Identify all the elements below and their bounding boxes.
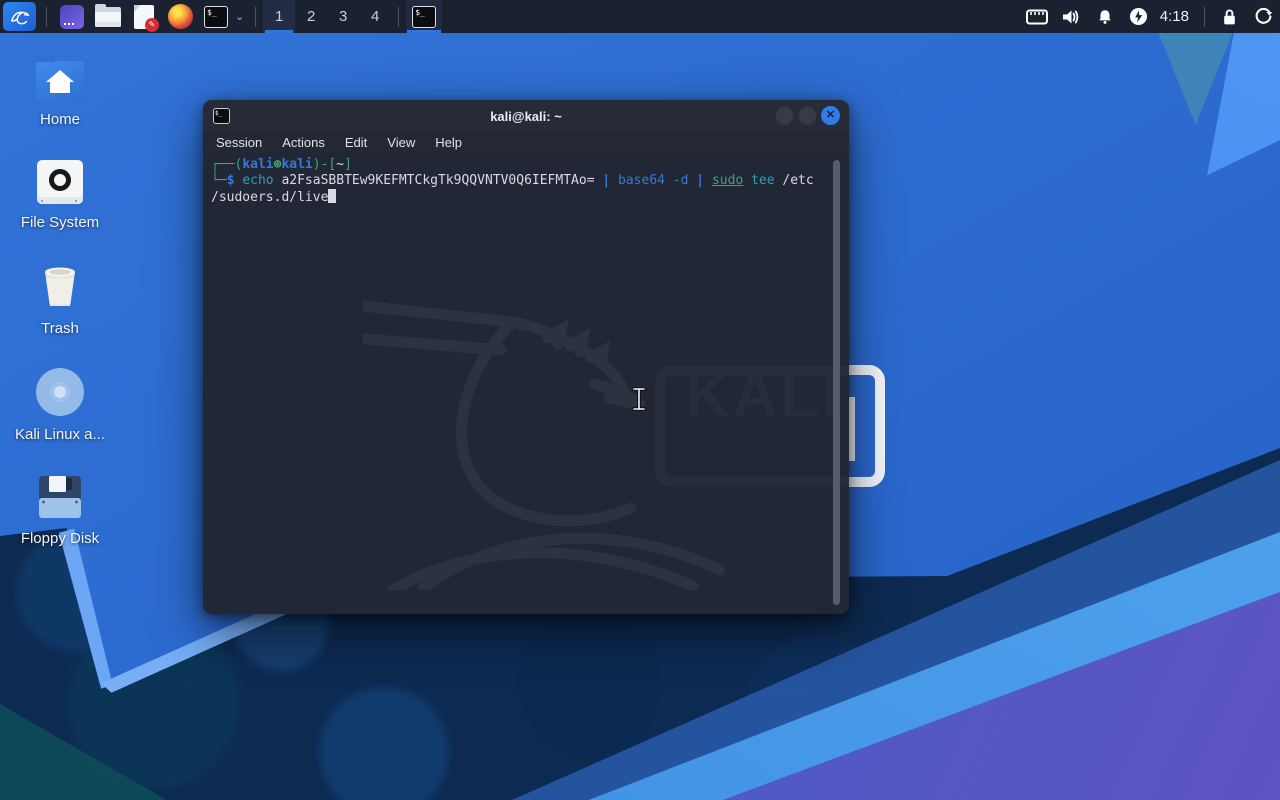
volume-control[interactable] [1054,8,1088,26]
workspace-3[interactable]: 3 [327,0,359,33]
notifications[interactable] [1088,8,1122,26]
system-tray: 4:18 [1020,6,1280,27]
desktop-icon-label: Floppy Disk [20,530,100,547]
maximize-button[interactable] [798,106,817,125]
bell-icon [1099,9,1111,24]
terminal-icon: $_ [204,5,228,28]
close-button[interactable]: ✕ [821,106,840,125]
keyboard-indicator[interactable] [1020,9,1054,25]
taskbar-item-terminal[interactable]: $_ [406,0,443,33]
floppy-icon [39,476,81,518]
keyboard-icon [1025,9,1048,24]
volume-icon [1062,10,1079,23]
launcher-text-editor[interactable]: ✎ [131,4,159,32]
desktop-icon-floppy[interactable]: Floppy Disk [10,474,110,547]
desktop-root: ✎ $_ ⌄ 1 2 3 4 $_ 4:18 Home File System … [0,0,1280,800]
lock-icon [1223,9,1235,24]
terminal-content[interactable]: KALI ┌──(kali⊛kali)-[~] └─$ echo a2FsaSBB… [203,152,849,614]
panel-separator [1204,6,1205,27]
desktop-icon-trash[interactable]: Trash [10,264,110,337]
terminal-cursor [328,189,337,203]
terminal-output: ┌──(kali⊛kali)-[~] └─$ echo a2FsaSBBTEw9K… [211,157,814,205]
launcher-firefox[interactable] [167,4,193,30]
launcher-appfinder[interactable] [59,4,85,30]
menu-edit[interactable]: Edit [335,135,377,150]
home-folder-icon [36,56,84,101]
desktop-icon-label: Trash [41,320,79,337]
terminal-watermark-text: KALI [685,361,842,430]
folder-icon [95,3,121,27]
workspace-1[interactable]: 1 [263,0,296,33]
drive-icon [37,160,83,204]
launcher-terminal[interactable]: $_ [203,4,229,30]
workspace-2[interactable]: 2 [295,0,327,33]
window-menubar: Session Actions Edit View Help [203,132,849,152]
kali-dragon-icon [10,11,29,24]
ibeam-cursor [632,387,646,411]
menu-view[interactable]: View [377,135,425,150]
window-titlebar[interactable]: $_ kali@kali: ~ ✕ [203,100,849,132]
kali-menu-button[interactable] [3,2,36,31]
menu-actions[interactable]: Actions [272,135,335,150]
menu-help[interactable]: Help [425,135,472,150]
logout-arrow-icon [1255,7,1272,24]
document-edit-icon: ✎ [134,4,159,32]
desktop-icon-home[interactable]: Home [10,55,110,128]
panel-separator [255,6,257,27]
terminal-icon: $_ [412,5,437,28]
firefox-icon [167,4,193,29]
workspace-switcher: 1 2 3 4 [263,0,391,33]
power-manager[interactable] [1122,7,1156,26]
desktop-icon-kali-cd[interactable]: Kali Linux a... [10,368,110,443]
menu-session[interactable]: Session [216,135,272,150]
launcher-file-manager[interactable] [95,3,121,30]
disc-icon [36,368,84,416]
logout-button[interactable] [1246,7,1280,26]
terminal-scrollbar[interactable] [833,160,840,605]
desktop-icon-label: File System [20,214,100,231]
home-glyph-icon [46,70,74,93]
minimize-button[interactable] [775,106,794,125]
panel-separator [398,6,400,27]
desktop-icon-label: Kali Linux a... [14,426,106,443]
window-title: kali@kali: ~ [490,108,562,124]
terminal-window[interactable]: $_ kali@kali: ~ ✕ Session Actions Edit V… [203,100,849,614]
desktop-icon-label: Home [39,111,80,128]
workspace-4[interactable]: 4 [359,0,391,33]
panel-separator [46,6,47,27]
lock-screen-button[interactable] [1212,8,1246,26]
trash-icon [45,267,75,306]
clock[interactable]: 4:18 [1156,8,1197,25]
top-panel: ✎ $_ ⌄ 1 2 3 4 $_ 4:18 [0,0,1280,33]
bolt-circle-icon [1130,7,1148,26]
chevron-down-icon[interactable]: ⌄ [235,10,244,23]
desktop-icon-file-system[interactable]: File System [10,160,110,231]
appfinder-icon [60,4,84,29]
